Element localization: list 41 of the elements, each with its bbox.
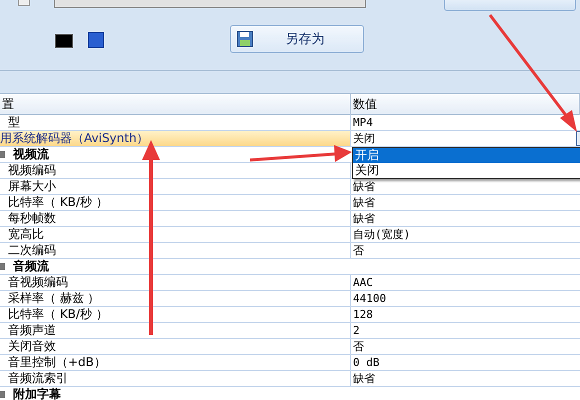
- property-name[interactable]: 用系统解码器（AviSynth）: [0, 131, 351, 146]
- toolbar-button[interactable]: [444, 0, 576, 11]
- property-name[interactable]: 音频声道: [0, 323, 351, 338]
- property-value[interactable]: 关闭: [351, 131, 580, 146]
- property-value[interactable]: 缺省: [351, 195, 580, 210]
- group-label: 音频流: [13, 258, 49, 275]
- group-label: 视频流: [13, 146, 49, 163]
- property-value[interactable]: 缺省: [351, 371, 580, 386]
- property-name[interactable]: 比特率（ KB/秒 ）: [0, 195, 351, 210]
- property-value[interactable]: 0 dB: [351, 355, 580, 370]
- property-value[interactable]: 缺省: [351, 179, 580, 194]
- group-label: 附加字幕: [13, 386, 61, 400]
- property-name[interactable]: 关闭音效: [0, 339, 351, 354]
- property-name[interactable]: 二次编码: [0, 243, 351, 258]
- property-name[interactable]: 型: [0, 115, 351, 130]
- property-value[interactable]: 2: [351, 323, 580, 338]
- expander-icon[interactable]: [0, 391, 5, 398]
- console-icon[interactable]: [55, 34, 73, 48]
- property-name[interactable]: 比特率（ KB/秒 ）: [0, 307, 351, 322]
- property-value[interactable]: 自动(宽度): [351, 227, 580, 242]
- property-name[interactable]: 每秒帧数: [0, 211, 351, 226]
- save-as-button[interactable]: 另存为: [230, 25, 364, 53]
- property-value[interactable]: 缺省: [351, 211, 580, 226]
- property-name[interactable]: 采样率（ 赫兹 ）: [0, 291, 351, 306]
- property-value[interactable]: 44100: [351, 291, 580, 306]
- property-name[interactable]: 音频流索引: [0, 371, 351, 386]
- property-value[interactable]: AAC: [351, 275, 580, 290]
- property-value[interactable]: 否: [351, 243, 580, 258]
- dropdown-option[interactable]: 关闭: [353, 163, 580, 178]
- property-name[interactable]: 屏幕大小: [0, 179, 351, 194]
- property-value[interactable]: MP4: [351, 115, 580, 130]
- property-name[interactable]: 音里控制（+dB）: [0, 355, 351, 370]
- expander-icon[interactable]: [0, 151, 5, 158]
- dropdown-option[interactable]: 开启: [353, 148, 580, 163]
- expander-icon[interactable]: [0, 263, 5, 270]
- property-value[interactable]: 128: [351, 307, 580, 322]
- property-name[interactable]: 音视频编码: [0, 275, 351, 290]
- property-name[interactable]: 视频编码: [0, 163, 351, 178]
- property-value[interactable]: 否: [351, 339, 580, 354]
- column-header[interactable]: 置: [0, 94, 351, 115]
- property-name[interactable]: 宽高比: [0, 227, 351, 242]
